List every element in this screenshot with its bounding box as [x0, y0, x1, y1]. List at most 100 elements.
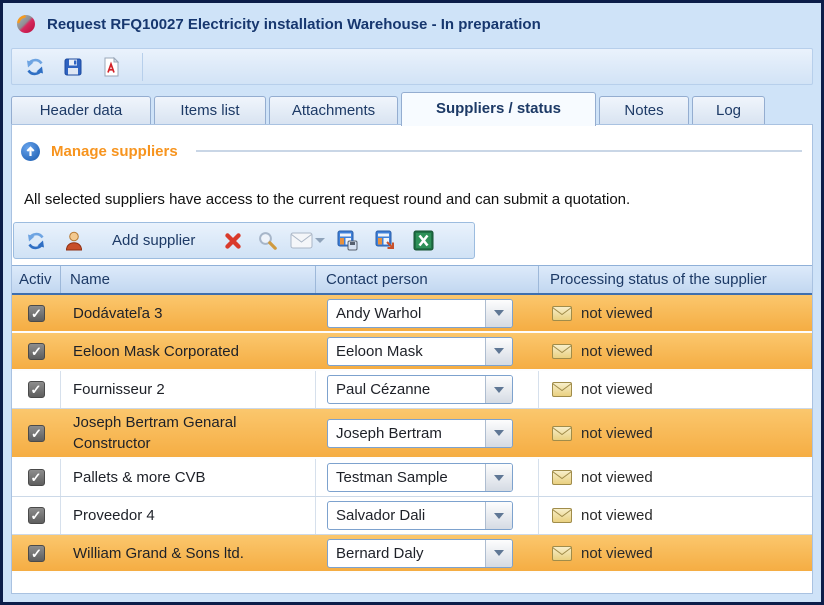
- status-cell: not viewed: [539, 535, 812, 571]
- contact-person-value: Eeloon Mask: [328, 343, 485, 360]
- contact-person-select[interactable]: Eeloon Mask: [327, 337, 513, 366]
- export-table-icon: [374, 229, 397, 252]
- collapse-up-icon[interactable]: [20, 141, 41, 162]
- table-row[interactable]: Dodávateľa 3 Andy Warhol not viewed: [12, 295, 812, 333]
- contact-cell: Joseph Bertram: [316, 409, 539, 457]
- envelope-icon: [552, 344, 572, 359]
- export-table-button[interactable]: [373, 229, 397, 253]
- chevron-down-icon: [494, 348, 504, 354]
- chevron-down-icon: [494, 310, 504, 316]
- pdf-export-button[interactable]: [98, 54, 124, 80]
- tab-bar: Header data Items list Attachments Suppl…: [11, 91, 813, 125]
- tab-notes[interactable]: Notes: [599, 96, 689, 125]
- active-checkbox[interactable]: [28, 425, 45, 442]
- add-supplier-button[interactable]: [62, 229, 86, 253]
- combo-dropdown-button[interactable]: [485, 300, 512, 327]
- delete-supplier-button[interactable]: [221, 229, 245, 253]
- table-row[interactable]: Pallets & more CVB Testman Sample not: [12, 459, 812, 497]
- column-header-contact-person[interactable]: Contact person: [316, 266, 539, 293]
- active-cell: [12, 535, 61, 571]
- main-toolbar: [11, 48, 813, 85]
- active-cell: [12, 295, 61, 331]
- envelope-icon: [552, 306, 572, 321]
- status-cell: not viewed: [539, 459, 812, 496]
- table-row[interactable]: Joseph Bertram Genaral Constructor Josep…: [12, 409, 812, 459]
- suppliers-status-panel: Manage suppliers All selected suppliers …: [11, 124, 813, 594]
- delete-icon: [223, 231, 243, 251]
- contact-person-value: Salvador Dali: [328, 507, 485, 524]
- table-row[interactable]: Fournisseur 2 Paul Cézanne not viewed: [12, 371, 812, 409]
- contact-person-value: Testman Sample: [328, 469, 485, 486]
- window-title: Request RFQ10027 Electricity installatio…: [47, 16, 541, 33]
- status-label: not viewed: [581, 343, 653, 360]
- excel-export-button[interactable]: [411, 229, 435, 253]
- contact-person-select[interactable]: Paul Cézanne: [327, 375, 513, 404]
- combo-dropdown-button[interactable]: [485, 502, 512, 529]
- combo-dropdown-button[interactable]: [485, 338, 512, 365]
- name-cell: Pallets & more CVB: [61, 459, 316, 496]
- name-cell: Eeloon Mask Corporated: [61, 333, 316, 369]
- status-label: not viewed: [581, 507, 653, 524]
- contact-cell: Paul Cézanne: [316, 371, 539, 408]
- active-checkbox[interactable]: [28, 545, 45, 562]
- tab-suppliers-status[interactable]: Suppliers / status: [401, 92, 596, 126]
- status-cell: not viewed: [539, 333, 812, 369]
- combo-dropdown-button[interactable]: [485, 540, 512, 567]
- copy-table-button[interactable]: [335, 229, 359, 253]
- active-checkbox[interactable]: [28, 469, 45, 486]
- name-cell: Proveedor 4: [61, 497, 316, 534]
- column-header-active[interactable]: Activ: [12, 266, 61, 293]
- section-header: Manage suppliers: [12, 125, 812, 162]
- refresh-icon: [24, 56, 46, 78]
- status-cell: not viewed: [539, 409, 812, 457]
- column-header-processing-status[interactable]: Processing status of the supplier: [539, 266, 812, 293]
- search-supplier-button[interactable]: [255, 229, 279, 253]
- active-checkbox[interactable]: [28, 507, 45, 524]
- column-header-name[interactable]: Name: [61, 266, 316, 293]
- contact-person-value: Bernard Daly: [328, 545, 485, 562]
- active-cell: [12, 497, 61, 534]
- active-checkbox[interactable]: [28, 381, 45, 398]
- contact-person-select[interactable]: Bernard Daly: [327, 539, 513, 568]
- contact-person-select[interactable]: Joseph Bertram: [327, 419, 513, 448]
- refresh-suppliers-button[interactable]: [24, 229, 48, 253]
- envelope-icon: [552, 470, 572, 485]
- chevron-down-icon: [494, 387, 504, 393]
- active-checkbox[interactable]: [28, 305, 45, 322]
- table-row[interactable]: Eeloon Mask Corporated Eeloon Mask not: [12, 333, 812, 371]
- combo-dropdown-button[interactable]: [485, 376, 512, 403]
- add-supplier-label[interactable]: Add supplier: [112, 232, 195, 249]
- supplier-rows: Dodávateľa 3 Andy Warhol not viewed: [12, 295, 812, 573]
- suppliers-table: Activ Name Contact person Processing sta…: [12, 265, 812, 573]
- tab-items-list[interactable]: Items list: [154, 96, 266, 125]
- copy-table-icon: [336, 229, 359, 252]
- tab-log[interactable]: Log: [692, 96, 765, 125]
- combo-dropdown-button[interactable]: [485, 464, 512, 491]
- table-row[interactable]: William Grand & Sons ltd. Bernard Daly: [12, 535, 812, 573]
- save-button[interactable]: [60, 54, 86, 80]
- contact-person-select[interactable]: Testman Sample: [327, 463, 513, 492]
- supplier-name: William Grand & Sons ltd.: [73, 543, 244, 564]
- envelope-icon: [552, 546, 572, 561]
- tab-attachments[interactable]: Attachments: [269, 96, 398, 125]
- chevron-down-icon: [494, 475, 504, 481]
- mail-dropdown-icon[interactable]: [315, 238, 325, 243]
- combo-dropdown-button[interactable]: [485, 420, 512, 447]
- contact-person-select[interactable]: Andy Warhol: [327, 299, 513, 328]
- active-cell: [12, 409, 61, 457]
- refresh-button[interactable]: [22, 54, 48, 80]
- status-label: not viewed: [581, 469, 653, 486]
- contact-cell: Bernard Daly: [316, 535, 539, 571]
- active-checkbox[interactable]: [28, 343, 45, 360]
- status-cell: not viewed: [539, 371, 812, 408]
- add-supplier-person-icon: [63, 230, 85, 252]
- table-row[interactable]: Proveedor 4 Salvador Dali not viewed: [12, 497, 812, 535]
- envelope-icon: [552, 426, 572, 441]
- suppliers-toolbar: Add supplier: [13, 222, 475, 259]
- tab-header-data[interactable]: Header data: [11, 96, 151, 125]
- send-mail-button[interactable]: [289, 229, 313, 253]
- contact-person-select[interactable]: Salvador Dali: [327, 501, 513, 530]
- app-logo-icon: [15, 13, 37, 35]
- search-icon: [257, 230, 278, 251]
- table-header-row: Activ Name Contact person Processing sta…: [12, 265, 812, 295]
